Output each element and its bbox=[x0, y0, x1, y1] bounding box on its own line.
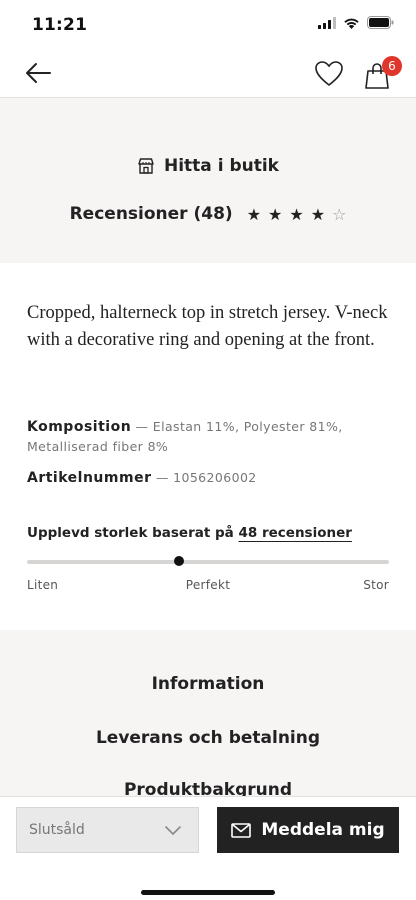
star-icon: ★ bbox=[310, 204, 326, 224]
composition-label: Komposition bbox=[27, 419, 132, 435]
star-rating: ★ ★ ★ ★ ☆ bbox=[247, 205, 347, 224]
article-number-spec: Artikelnummer — 1056206002 bbox=[27, 468, 389, 488]
size-select-value: Slutsåld bbox=[29, 822, 85, 838]
info-menu: Information Leverans och betalning Produ… bbox=[0, 630, 416, 800]
find-in-store-link[interactable]: Hitta i butik bbox=[0, 156, 416, 176]
nav-bar: 6 bbox=[0, 48, 416, 98]
composition-spec: Komposition — Elastan 11%, Polyester 81%… bbox=[27, 417, 389, 456]
star-icon: ★ bbox=[246, 204, 262, 224]
store-reviews-section: Hitta i butik Recensioner (48) ★ ★ ★ ★ ☆ bbox=[0, 98, 416, 263]
reviews-label: Recensioner (48) bbox=[69, 204, 233, 224]
fit-title-prefix: Upplevd storlek baserat på bbox=[27, 525, 239, 541]
signal-icon bbox=[318, 16, 336, 29]
article-number-value: — 1056206002 bbox=[151, 470, 257, 485]
star-icon: ★ bbox=[268, 204, 283, 224]
status-time: 11:21 bbox=[32, 15, 88, 35]
heart-icon bbox=[315, 60, 343, 86]
back-button[interactable] bbox=[22, 58, 54, 88]
fit-scale-high-label: Stor bbox=[363, 578, 389, 592]
wifi-icon bbox=[344, 18, 359, 29]
product-description: Cropped, halterneck top in stretch jerse… bbox=[27, 303, 388, 350]
status-bar: 11:21 bbox=[0, 0, 416, 48]
shopping-bag-button[interactable]: 6 bbox=[362, 54, 402, 90]
store-icon bbox=[138, 158, 154, 174]
battery-icon bbox=[367, 16, 394, 29]
fit-scale-marker bbox=[174, 556, 185, 566]
notify-me-button[interactable]: Meddela mig bbox=[217, 807, 399, 853]
fit-title: Upplevd storlek baserat på 48 recensione… bbox=[27, 525, 352, 541]
fit-reviews-link[interactable]: 48 recensioner bbox=[238, 525, 351, 541]
fit-scale-mid-label: Perfekt bbox=[185, 578, 231, 592]
bottom-action-bar: Slutsåld Meddela mig bbox=[0, 796, 416, 900]
reviews-row[interactable]: Recensioner (48) ★ ★ ★ ★ ☆ bbox=[0, 204, 416, 224]
size-select[interactable]: Slutsåld bbox=[16, 807, 199, 853]
info-menu-item-information[interactable]: Information bbox=[0, 674, 416, 694]
article-number-label: Artikelnummer bbox=[27, 470, 152, 486]
status-icons bbox=[318, 16, 394, 29]
find-in-store-label: Hitta i butik bbox=[164, 156, 279, 176]
favorite-button[interactable] bbox=[312, 57, 346, 89]
arrow-left-icon bbox=[26, 63, 51, 83]
info-menu-item-delivery[interactable]: Leverans och betalning bbox=[0, 728, 416, 748]
fit-scale-track bbox=[27, 560, 389, 564]
star-empty-icon: ☆ bbox=[332, 204, 347, 224]
chevron-down-icon bbox=[165, 826, 181, 835]
cart-count-badge: 6 bbox=[382, 56, 402, 76]
home-indicator bbox=[141, 890, 275, 895]
mail-icon bbox=[231, 822, 252, 838]
star-icon: ★ bbox=[289, 204, 304, 224]
notify-me-label: Meddela mig bbox=[261, 820, 385, 840]
